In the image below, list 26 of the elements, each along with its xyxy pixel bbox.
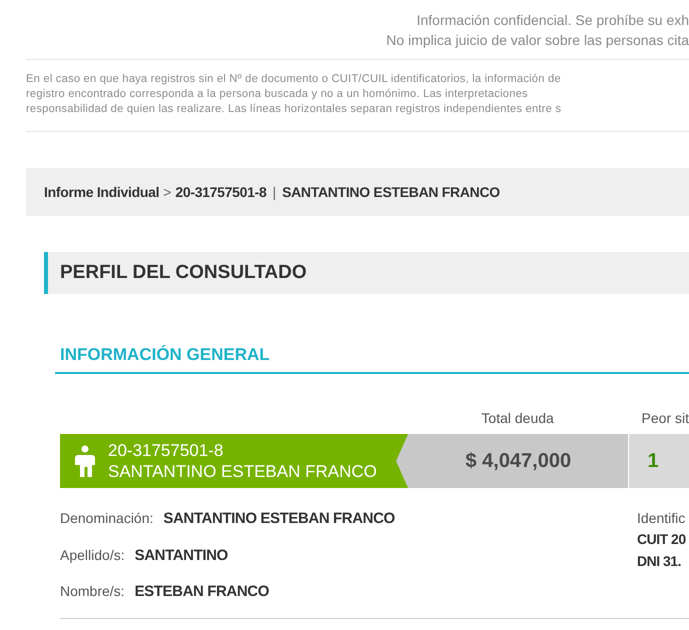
section-title: PERFIL DEL CONSULTADO [60, 260, 307, 285]
field-label: Denominación: [60, 509, 154, 528]
person-id: 20-31757501-8 [108, 440, 224, 461]
subsection-title: INFORMACIÓN GENERAL [60, 345, 270, 364]
field-value: SANTANTINO ESTEBAN FRANCO [163, 509, 395, 529]
column-header: Peor sit [642, 410, 689, 426]
worst-situation-value: 1 [647, 449, 659, 474]
notice-text: Información confidencial. Se prohíbe su exh [416, 11, 689, 30]
field-label: Nombre/s: [60, 582, 125, 601]
breadcrumb-id: 20-31757501-8 [175, 182, 266, 202]
field-label: Apellido/s: [60, 546, 125, 565]
notice-text: No implica juicio de valor sobre las personas cita [386, 31, 689, 50]
field-value: DNI 31. [637, 552, 682, 571]
field-value: SANTANTINO [134, 546, 228, 566]
field-label: Identific [637, 509, 686, 528]
breadcrumb-name: SANTANTINO ESTEBAN FRANCO [282, 182, 500, 202]
total-debt-value: $ 4,047,000 [465, 449, 572, 474]
breadcrumb-link[interactable]: Informe Individual [44, 182, 160, 202]
disclaimer-text: En el caso en que haya registros sin el Nº de documento o CUIT/CUIL identificatorios, la información de registro encontrado corresponda a la persona buscada y no a un homónimo. Las interpretaciones responsabilidad de quien las realizare. Las líneas horizontales separan registros independientes entre s [26, 72, 689, 132]
person-name: SANTANTINO ESTEBAN FRANCO [108, 461, 377, 482]
person-icon [74, 445, 96, 477]
breadcrumb-divider: | [271, 182, 278, 202]
field-value: ESTEBAN FRANCO [134, 582, 269, 602]
breadcrumb-separator: > [163, 182, 172, 202]
column-header: Total deuda [481, 409, 554, 428]
field-value: CUIT 20 [637, 530, 686, 549]
